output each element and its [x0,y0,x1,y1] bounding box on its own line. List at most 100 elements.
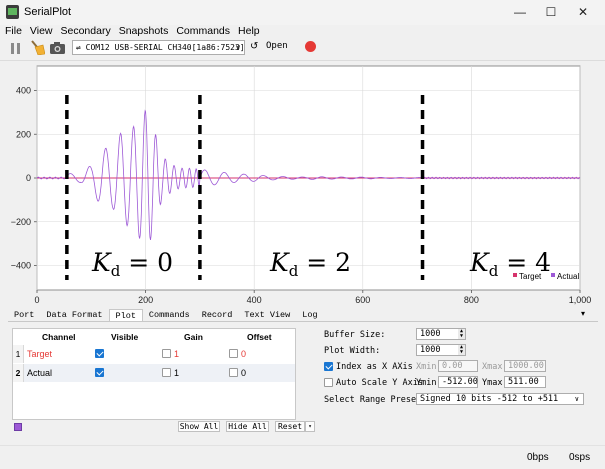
x-tick-label: 800 [464,295,479,305]
show-all-button[interactable]: Show All [178,421,220,432]
offset-checkbox[interactable] [229,349,238,358]
tab-plot[interactable]: Plot [108,309,143,321]
ymax-value: 511.00 [508,377,539,387]
xmin-input[interactable]: 0.00 [438,360,478,372]
gain-value[interactable]: 1 [174,364,179,382]
plot-area[interactable]: 400 200 0 −200 −400 0 200 400 600 800 1,000 Kd = 0 K… [0,62,605,307]
reset-dropdown-icon[interactable]: ▾ [305,421,315,432]
offset-value[interactable]: 0 [241,345,246,363]
menu-commands[interactable]: Commands [172,25,234,39]
xmin-value: 0.00 [442,361,463,371]
offset-value[interactable]: 0 [241,364,246,382]
x-tick-label: 0 [34,295,39,305]
y-tick-label: 0 [26,173,31,183]
index-x-checkbox[interactable] [324,362,333,371]
channel-name[interactable]: Actual [27,364,52,382]
pause-icon[interactable] [10,42,26,58]
menu-snapshots[interactable]: Snapshots [115,25,173,39]
offset-checkbox[interactable] [229,368,238,377]
xmin-label: Xmin [416,362,437,372]
tab-record[interactable]: Record [196,309,239,321]
bitrate-status: 0bps [527,452,549,463]
buffer-size-value: 1000 [420,329,441,339]
tab-port[interactable]: Port [8,309,40,321]
samplerate-status: 0sps [569,452,591,463]
settings-tabs: Port Data Format Plot Commands Record Te… [8,309,324,321]
record-icon[interactable] [305,41,316,52]
x-tick-label: 600 [355,295,370,305]
header-visible: Visible [111,332,139,342]
gain-checkbox[interactable] [162,349,171,358]
header-offset: Offset [247,332,272,342]
range-preset-value: Signed 10 bits -512 to +511 [420,394,559,404]
window-title: SerialPlot [24,6,72,18]
spin-arrows-icon[interactable]: ▲ ▼ [458,345,465,355]
menu-view[interactable]: View [26,25,57,39]
plot-settings: Buffer Size: 1000 ▲ ▼ Plot Width: 1000 ▲ ▼… [320,328,590,438]
menu-help[interactable]: Help [234,25,264,39]
buffer-size-input[interactable]: 1000 ▲ ▼ [416,328,466,340]
snapshot-camera-icon[interactable] [49,41,65,57]
gain-value[interactable]: 1 [174,345,179,363]
tab-commands[interactable]: Commands [143,309,196,321]
y-tick-label: −200 [11,217,31,227]
kd-annotation: Kd = 0 [91,248,173,280]
range-preset-label: Select Range Preset: [324,395,427,405]
spin-arrows-icon[interactable]: ▲ ▼ [458,329,465,339]
open-button[interactable]: Open [266,41,288,51]
ymin-value: -512.00 [442,377,478,387]
maximize-button[interactable]: ☐ [534,0,568,25]
row-number: 2 [13,364,24,382]
usb-icon: ⇌ [76,43,81,52]
menu-file[interactable]: File [0,25,26,39]
minimize-button[interactable]: — [503,0,537,25]
ymax-label: Ymax [482,378,503,388]
plot-width-label: Plot Width: [324,346,381,356]
table-row[interactable]: 2 Actual 1 0 [13,364,295,382]
menu-secondary[interactable]: Secondary [57,25,115,39]
x-tick-label: 1,000 [569,295,592,305]
index-x-label: Index as X AXis [336,362,413,372]
plot-width-value: 1000 [420,345,441,355]
app-icon [6,5,19,19]
ymin-label: Ymin [416,378,437,388]
auto-scale-checkbox[interactable] [324,378,333,387]
channel-color-swatch[interactable] [14,423,22,431]
tabs-more-icon[interactable]: ▾ [581,309,585,318]
range-preset-select[interactable]: Signed 10 bits -512 to +511 ∨ [416,393,584,405]
port-select[interactable]: ⇌ COM12 USB-SERIAL CH340[1a86:7523] ∨ [72,40,245,55]
x-tick-label: 400 [247,295,262,305]
row-number: 1 [13,345,24,363]
status-bar: 0bps 0sps [0,445,605,469]
refresh-icon[interactable]: ↺ [250,41,258,52]
gain-checkbox[interactable] [162,368,171,377]
xmax-input[interactable]: 1000.00 [504,360,546,372]
channel-table: Channel Visible Gain Offset 1 Target 1 0… [12,328,296,420]
clear-broom-icon[interactable] [29,39,45,55]
plot-canvas[interactable]: 400 200 0 −200 −400 0 200 400 600 800 1,000 Kd = 0 K… [0,62,605,307]
tab-log[interactable]: Log [296,309,323,321]
title-bar: SerialPlot — ☐ ✕ [0,0,605,25]
kd-annotation: Kd = 2 [269,248,351,280]
ymax-input[interactable]: 511.00 [504,376,546,388]
close-button[interactable]: ✕ [566,0,600,25]
xmax-label: Xmax [482,362,503,372]
xmax-value: 1000.00 [508,361,544,371]
menu-bar: File View Secondary Snapshots Commands H… [0,25,605,39]
plot-width-input[interactable]: 1000 ▲ ▼ [416,344,466,356]
table-row[interactable]: 1 Target 1 0 [13,345,295,363]
header-channel: Channel [42,332,76,342]
tab-text-view[interactable]: Text View [238,309,296,321]
tab-data-format[interactable]: Data Format [40,309,108,321]
reset-button[interactable]: Reset [275,421,305,432]
buffer-size-label: Buffer Size: [324,330,386,340]
channel-name[interactable]: Target [27,345,52,363]
visible-checkbox[interactable] [95,368,104,377]
chevron-down-icon: ∨ [574,395,579,403]
hide-all-button[interactable]: Hide All [226,421,269,432]
legend-target-swatch [513,273,517,277]
legend-actual-label: Actual [557,272,579,281]
ymin-input[interactable]: -512.00 [438,376,478,388]
visible-checkbox[interactable] [95,349,104,358]
legend-actual-swatch [551,273,555,277]
